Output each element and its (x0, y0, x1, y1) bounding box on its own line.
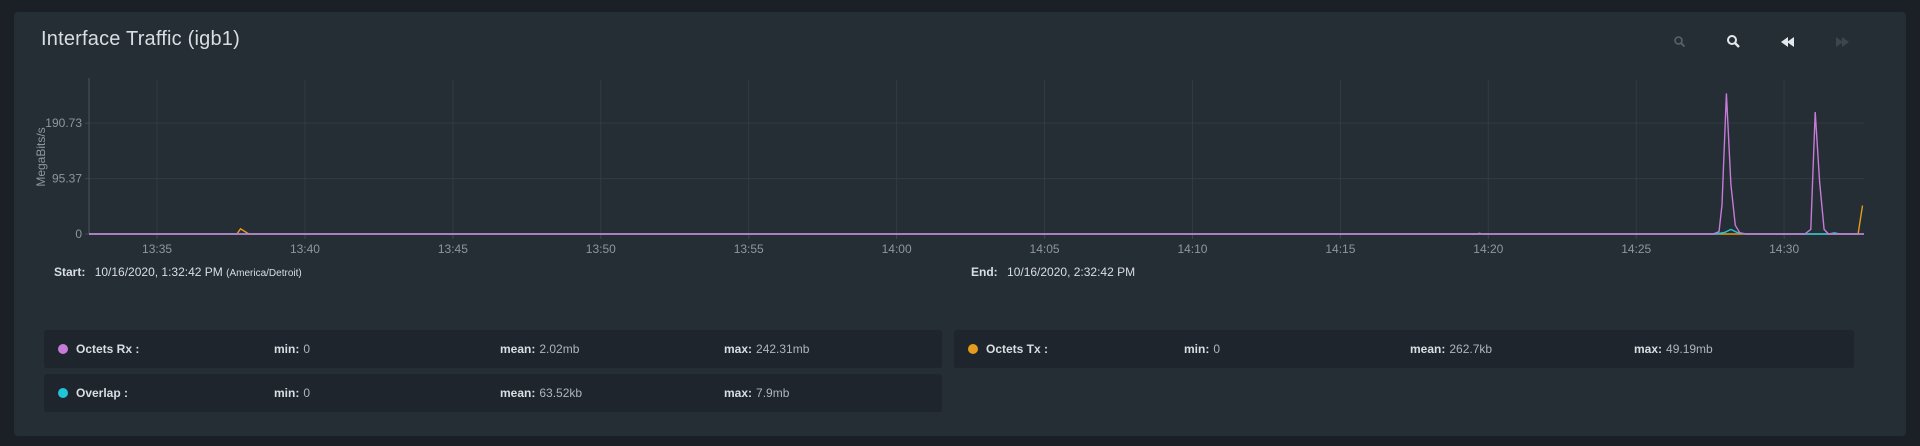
y-tick-label: 0 (75, 227, 82, 241)
traffic-panel: Interface Traffic (igb1) 13:35 13:40 13:45… (14, 12, 1906, 436)
mean-label: mean: (500, 386, 536, 400)
mean-value: 2.02mb (539, 342, 580, 356)
y-axis-label: MegaBits/s (34, 127, 48, 186)
x-tick-label: 14:00 (882, 242, 912, 256)
end-label: End: (971, 265, 998, 279)
max-value: 242.31mb (756, 342, 810, 356)
x-tick-label: 14:25 (1621, 242, 1651, 256)
legend-item-octets-rx: Octets Rx : min: 0 mean: 2.02mb max: 242.31… (44, 330, 942, 368)
start-value: 10/16/2020, 1:32:42 PM (94, 265, 223, 279)
x-tick-label: 14:05 (1030, 242, 1060, 256)
x-tick-label: 14:15 (1325, 242, 1355, 256)
legend-item-octets-tx: Octets Tx : min: 0 mean: 262.7kb max: 49.19… (954, 330, 1854, 368)
chart-series (89, 93, 1864, 235)
mean-value: 63.52kb (539, 386, 583, 400)
traffic-chart: 13:35 13:40 13:45 13:50 13:55 14:00 14:05 14:10… (34, 78, 1864, 256)
mean-value: 262.7kb (1449, 342, 1493, 356)
x-tick-label: 13:50 (586, 242, 616, 256)
series-line-octets-tx (89, 205, 1864, 235)
min-value: 0 (303, 342, 311, 356)
min-label: min: (1184, 342, 1210, 356)
mean-label: mean: (1410, 342, 1446, 356)
legend-item-overlap: Overlap : min: 0 mean: 63.52kb max: 7.9mb (44, 374, 942, 412)
range-end: End: 10/16/2020, 2:32:42 PM (971, 265, 1135, 279)
x-tick-label: 14:30 (1769, 242, 1799, 256)
series-color-dot (58, 388, 68, 398)
x-tick-label: 13:40 (290, 242, 320, 256)
x-tick-label: 13:55 (734, 242, 764, 256)
min-label: min: (274, 342, 300, 356)
min-value: 0 (1213, 342, 1221, 356)
series-name: Octets Tx : (986, 342, 1049, 356)
chart-labels: 13:35 13:40 13:45 13:50 13:55 14:00 14:05 14:10… (45, 116, 1799, 256)
y-tick-label: 95.37 (52, 172, 82, 186)
x-tick-label: 13:35 (142, 242, 172, 256)
max-label: max: (724, 386, 753, 400)
chart-grid (89, 80, 1864, 234)
mean-label: mean: (500, 342, 536, 356)
x-tick-label: 14:10 (1177, 242, 1207, 256)
x-tick-label: 13:45 (438, 242, 468, 256)
series-name: Octets Rx : (76, 342, 140, 356)
series-color-dot (968, 344, 978, 354)
y-tick-label: 190.73 (45, 116, 82, 130)
start-timezone: (America/Detroit) (226, 268, 302, 279)
min-value: 0 (303, 386, 311, 400)
series-name: Overlap : (76, 386, 129, 400)
end-value: 10/16/2020, 2:32:42 PM (1007, 265, 1136, 279)
series-line-octets-rx (89, 93, 1864, 235)
max-value: 49.19mb (1666, 342, 1713, 356)
min-label: min: (274, 386, 300, 400)
max-label: max: (724, 342, 753, 356)
range-start: Start: 10/16/2020, 1:32:42 PM (America/D… (54, 265, 302, 279)
start-label: Start: (54, 265, 86, 279)
series-color-dot (58, 344, 68, 354)
max-value: 7.9mb (756, 386, 790, 400)
chart-axes (85, 78, 1864, 239)
x-tick-label: 14:20 (1473, 242, 1503, 256)
max-label: max: (1634, 342, 1663, 356)
